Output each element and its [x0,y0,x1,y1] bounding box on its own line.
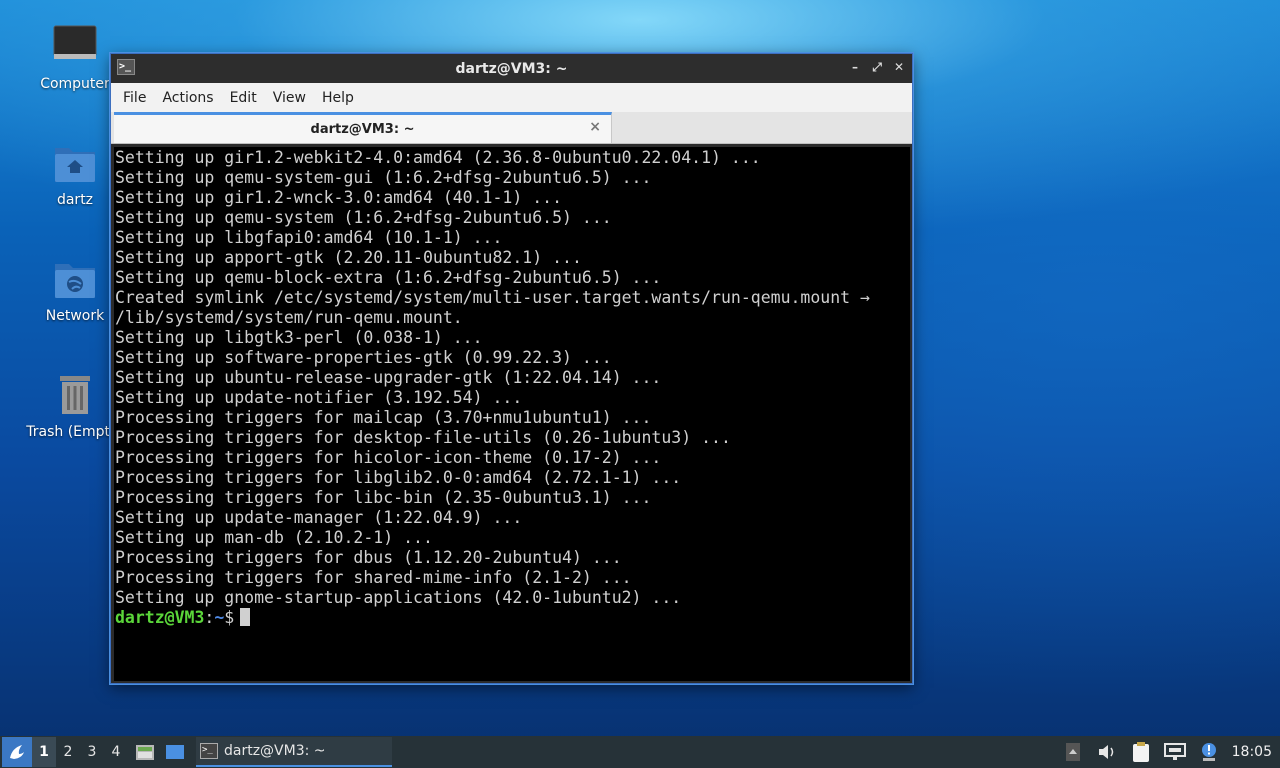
system-tray: 18:05 [1056,736,1280,768]
terminal-app-icon[interactable]: >_ [117,59,135,75]
taskbar-item-terminal[interactable]: >_ dartz@VM3: ~ [196,737,392,767]
network-status[interactable] [1163,740,1187,764]
terminal-output[interactable]: Setting up gir1.2-webkit2-4.0:amd64 (2.3… [114,147,910,681]
tab-label: dartz@VM3: ~ [310,121,415,137]
desktop-icon-label: dartz [56,192,94,208]
menu-actions[interactable]: Actions [154,90,221,106]
terminal-line: Setting up qemu-system-gui (1:6.2+dfsg-2… [115,168,652,187]
desktop-icon-label: Network [45,308,105,324]
menu-help[interactable]: Help [314,90,362,106]
terminal-line: Created symlink /etc/systemd/system/mult… [115,288,870,307]
taskbar-item-label: dartz@VM3: ~ [224,743,326,759]
terminal-line: Setting up gnome-startup-applications (4… [115,588,682,607]
terminal-line: Processing triggers for hicolor-icon-the… [115,448,662,467]
prompt-path: ~ [214,608,225,627]
tab-terminal[interactable]: dartz@VM3: ~ × [114,112,612,143]
window-titlebar[interactable]: >_ dartz@VM3: ~ – ⤢ ✕ [111,54,912,83]
tray-scroll-button[interactable] [1061,740,1085,764]
terminal-line: Processing triggers for libc-bin (2.35-0… [115,488,652,507]
file-manager-launcher[interactable] [132,739,158,765]
terminal-line: Setting up qemu-system (1:6.2+dfsg-2ubun… [115,208,612,227]
terminal-line: Setting up qemu-block-extra (1:6.2+dfsg-… [115,268,662,287]
update-notifier[interactable] [1197,740,1221,764]
update-alert-icon [1201,743,1216,761]
file-manager-icon [136,745,154,760]
prompt-user-host: dartz@VM3 [115,608,205,627]
menubar: File Actions Edit View Help [111,83,912,112]
desktop-icon-home[interactable]: dartz [30,140,120,208]
desktop-icon-label: Computer [40,76,110,92]
workspace-1[interactable]: 1 [32,737,56,767]
terminal-line: Processing triggers for shared-mime-info… [115,568,632,587]
show-desktop-launcher[interactable] [162,739,188,765]
network-wired-icon [1163,743,1186,760]
tab-close-icon[interactable]: × [589,119,601,135]
terminal-line: Processing triggers for dbus (1.12.20-2u… [115,548,622,567]
taskbar: 1 2 3 4 >_ dartz@VM3: ~ 18:05 [0,736,1280,768]
lubuntu-logo-icon [10,745,24,759]
terminal-line: Setting up apport-gtk (2.20.11-0ubuntu82… [115,248,582,267]
workspace-3[interactable]: 3 [80,737,104,767]
terminal-line: Setting up software-properties-gtk (0.99… [115,348,612,367]
desktop-icon-computer[interactable]: Computer [30,24,120,92]
terminal-line: Setting up man-db (2.10.2-1) ... [115,528,433,547]
trash-icon [60,376,90,414]
desktop-icon-trash[interactable]: Trash (Empty) [26,372,124,440]
close-button[interactable]: ✕ [892,59,906,75]
clipboard-icon [1132,742,1149,762]
terminal-line: Processing triggers for mailcap (3.70+nm… [115,408,652,427]
prompt-separator: : [204,608,215,627]
start-menu-button[interactable] [2,737,32,767]
terminal-line: Processing triggers for desktop-file-uti… [115,428,731,447]
maximize-button[interactable]: ⤢ [870,59,884,75]
terminal-window[interactable]: >_ dartz@VM3: ~ – ⤢ ✕ File Actions Edit … [110,53,913,684]
menu-edit[interactable]: Edit [222,90,265,106]
terminal-line: Setting up update-manager (1:22.04.9) ..… [115,508,523,527]
menu-view[interactable]: View [265,90,314,106]
prompt-symbol: $ [224,608,235,627]
home-folder-icon [55,148,95,182]
terminal-prompt-line[interactable]: dartz@VM3:~$ [115,608,910,628]
workspace-2[interactable]: 2 [56,737,80,767]
terminal-icon: >_ [200,743,218,759]
terminal-line: Setting up gir1.2-wnck-3.0:amd64 (40.1-1… [115,188,563,207]
desktop-icon [166,745,184,759]
tray-arrow-icon [1065,743,1080,761]
terminal-line: Setting up ubuntu-release-upgrader-gtk (… [115,368,662,387]
terminal-line: Setting up gir1.2-webkit2-4.0:amd64 (2.3… [115,148,761,167]
desktop-icon-network[interactable]: Network [30,256,120,324]
terminal-line: Setting up libgtk3-perl (0.038-1) ... [115,328,483,347]
minimize-button[interactable]: – [848,59,862,75]
computer-icon [53,25,97,59]
terminal-line: /lib/systemd/system/run-qemu.mount. [115,308,463,327]
clipboard-manager[interactable] [1129,740,1153,764]
terminal-line: Processing triggers for libglib2.0-0:amd… [115,468,682,487]
clock[interactable]: 18:05 [1232,744,1272,760]
terminal-line: Setting up update-notifier (3.192.54) ..… [115,388,523,407]
workspace-4[interactable]: 4 [104,737,128,767]
terminal-line: Setting up libgfapi0:amd64 (10.1-1) ... [115,228,503,247]
tab-bar: dartz@VM3: ~ × [111,112,912,144]
menu-file[interactable]: File [115,90,154,106]
network-folder-icon [55,264,95,298]
text-cursor [240,608,251,626]
speaker-icon [1098,745,1113,759]
volume-control[interactable] [1095,740,1119,764]
window-title: dartz@VM3: ~ [455,60,568,77]
